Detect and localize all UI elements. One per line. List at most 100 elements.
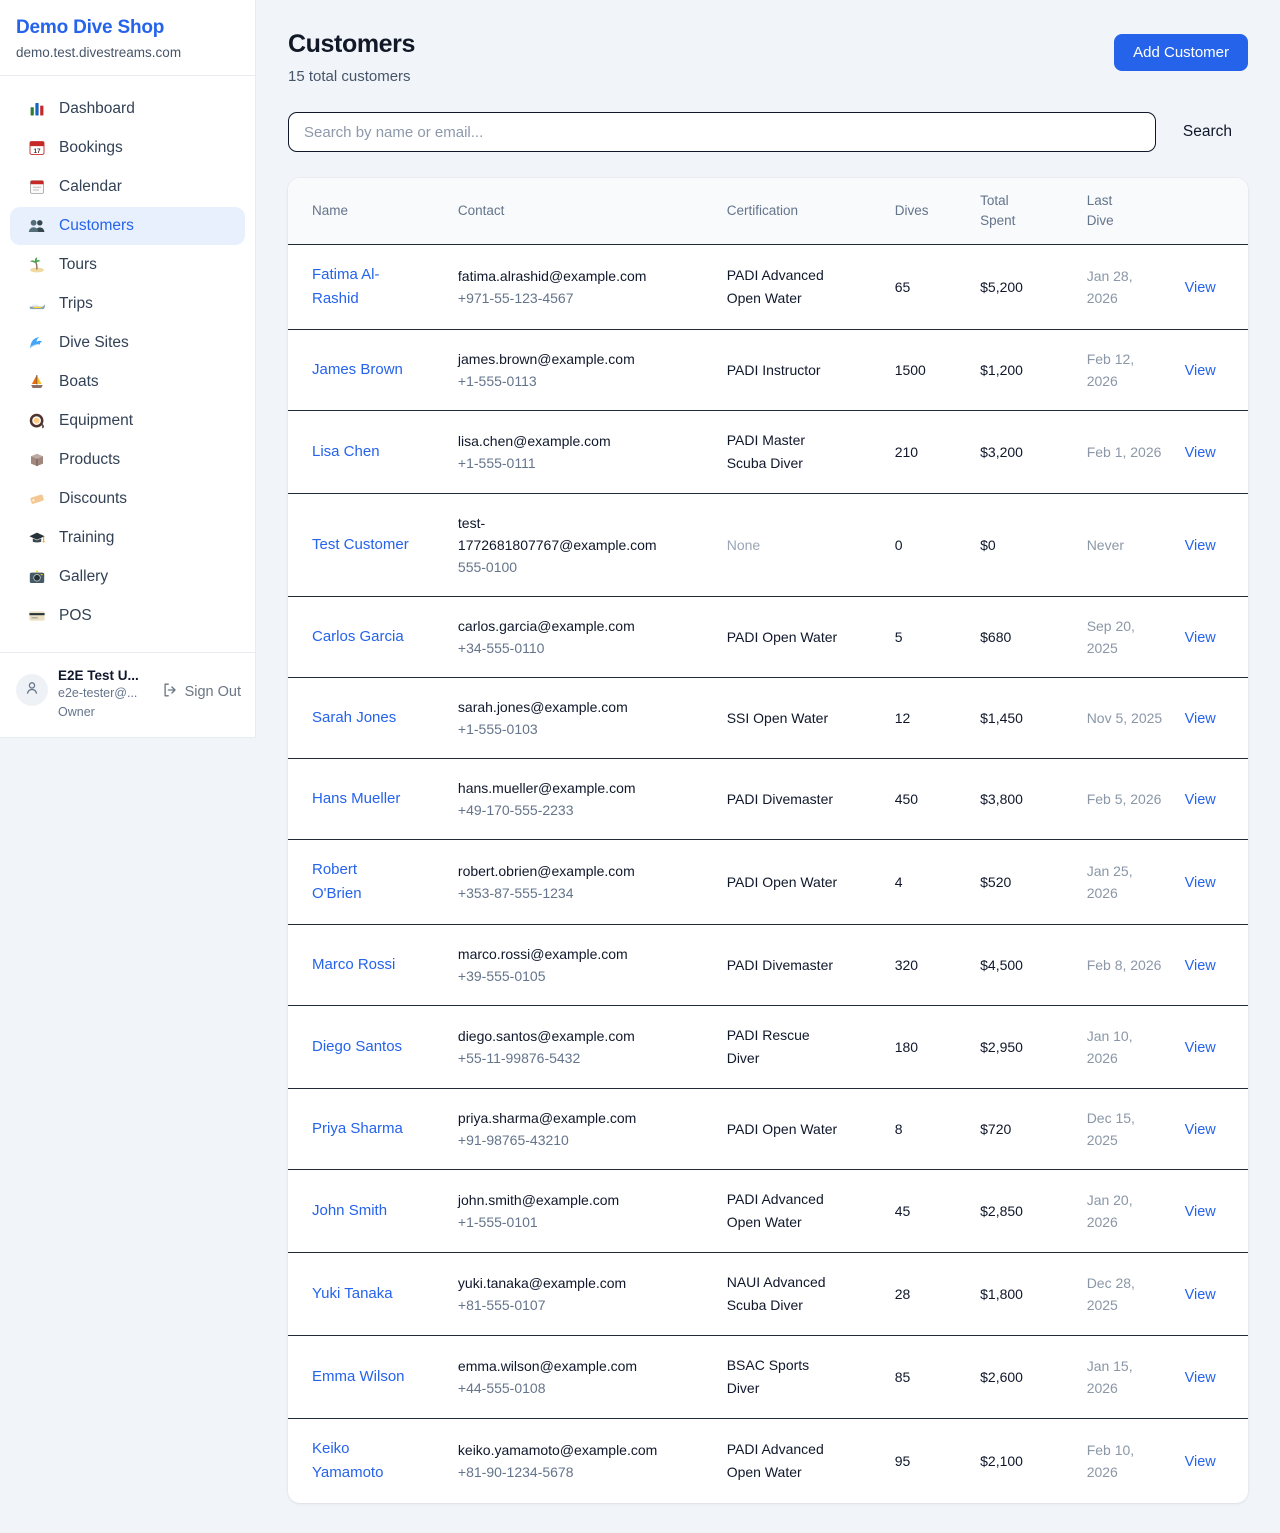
customer-total-spent: $3,800 [980, 759, 1087, 840]
main-content: Customers 15 total customers Add Custome… [256, 0, 1280, 1533]
customer-certification: PADI Advanced Open Water [727, 1438, 845, 1484]
customer-name-link[interactable]: James Brown [312, 358, 403, 382]
customer-dives: 65 [895, 245, 980, 330]
view-link[interactable]: View [1185, 792, 1216, 808]
customer-name-link[interactable]: Keiko Yamamoto [312, 1437, 410, 1485]
sidebar-item-calendar[interactable]: Calendar [10, 168, 245, 206]
customer-email: emma.wilson@example.com [458, 1355, 664, 1377]
view-link[interactable]: View [1185, 445, 1216, 461]
customer-total-spent: $2,600 [980, 1336, 1087, 1419]
customer-name-link[interactable]: Lisa Chen [312, 440, 380, 464]
search-input[interactable] [288, 112, 1156, 152]
view-link[interactable]: View [1185, 1370, 1216, 1386]
sidebar-item-label: Calendar [59, 178, 122, 196]
view-link[interactable]: View [1185, 711, 1216, 727]
view-link[interactable]: View [1185, 280, 1216, 296]
customer-certification: PADI Open Water [727, 1118, 837, 1141]
view-link[interactable]: View [1185, 1040, 1216, 1056]
view-link[interactable]: View [1185, 363, 1216, 379]
customer-email: marco.rossi@example.com [458, 943, 664, 965]
search-button[interactable]: Search [1156, 123, 1248, 141]
sidebar-item-boats[interactable]: Boats [10, 363, 245, 401]
customer-dives: 180 [895, 1006, 980, 1089]
customer-name-link[interactable]: Yuki Tanaka [312, 1282, 393, 1306]
customer-dives: 1500 [895, 330, 980, 411]
view-link[interactable]: View [1185, 958, 1216, 974]
sidebar-item-discounts[interactable]: Discounts [10, 480, 245, 518]
customer-phone: +39-555-0105 [458, 965, 664, 987]
customer-dives: 95 [895, 1419, 980, 1504]
sidebar-item-trips[interactable]: Trips [10, 285, 245, 323]
view-link[interactable]: View [1185, 1122, 1216, 1138]
customer-name-link[interactable]: Robert O'Brien [312, 858, 410, 906]
customer-name-link[interactable]: Sarah Jones [312, 706, 396, 730]
sign-out-button[interactable]: Sign Out [162, 668, 241, 702]
customer-name-link[interactable]: John Smith [312, 1199, 387, 1223]
sidebar-item-products[interactable]: Products [10, 441, 245, 479]
customer-certification: PADI Advanced Open Water [727, 1188, 845, 1234]
table-row: Diego Santos diego.santos@example.com +5… [288, 1006, 1248, 1089]
shop-domain: demo.test.divestreams.com [16, 45, 239, 60]
sidebar-item-label: Tours [59, 256, 97, 274]
customer-name-link[interactable]: Marco Rossi [312, 953, 395, 977]
customer-dives: 45 [895, 1170, 980, 1253]
table-row: Sarah Jones sarah.jones@example.com +1-5… [288, 678, 1248, 759]
sidebar-item-label: Gallery [59, 568, 108, 586]
sidebar-item-customers[interactable]: Customers [10, 207, 245, 245]
sidebar-item-tours[interactable]: Tours [10, 246, 245, 284]
sidebar-item-training[interactable]: Training [10, 519, 245, 557]
view-link[interactable]: View [1185, 630, 1216, 646]
bar-chart-icon [28, 100, 46, 118]
table-row: Emma Wilson emma.wilson@example.com +44-… [288, 1336, 1248, 1419]
column-header-total-spent: Total Spent [980, 178, 1087, 245]
view-link[interactable]: View [1185, 1454, 1216, 1470]
package-icon [28, 451, 46, 469]
customer-name-link[interactable]: Hans Mueller [312, 787, 400, 811]
sidebar-item-dive-sites[interactable]: Dive Sites [10, 324, 245, 362]
customer-total-spent: $680 [980, 597, 1087, 678]
users-icon [28, 217, 46, 235]
customer-dives: 4 [895, 840, 980, 925]
customer-name-link[interactable]: Carlos Garcia [312, 625, 404, 649]
customer-name-link[interactable]: Emma Wilson [312, 1365, 405, 1389]
view-link[interactable]: View [1185, 875, 1216, 891]
customer-certification: BSAC Sports Diver [727, 1354, 845, 1400]
column-header-dives: Dives [895, 178, 980, 245]
customer-phone: +353-87-555-1234 [458, 882, 664, 904]
sidebar: Demo Dive Shop demo.test.divestreams.com… [0, 0, 256, 738]
view-link[interactable]: View [1185, 538, 1216, 554]
sidebar-item-dashboard[interactable]: Dashboard [10, 90, 245, 128]
add-customer-button[interactable]: Add Customer [1114, 34, 1248, 71]
table-row: Lisa Chen lisa.chen@example.com +1-555-0… [288, 411, 1248, 494]
sidebar-item-bookings[interactable]: 17Bookings [10, 129, 245, 167]
customer-last-dive: Never [1087, 534, 1124, 556]
customer-phone: +971-55-123-4567 [458, 287, 664, 309]
customer-total-spent: $3,200 [980, 411, 1087, 494]
column-header-actions [1185, 178, 1248, 245]
sidebar-item-gallery[interactable]: Gallery [10, 558, 245, 596]
customer-total-spent: $1,450 [980, 678, 1087, 759]
customer-dives: 8 [895, 1089, 980, 1170]
user-name: E2E Test U... [58, 668, 139, 683]
customer-email: yuki.tanaka@example.com [458, 1272, 664, 1294]
customer-name-link[interactable]: Diego Santos [312, 1035, 402, 1059]
sidebar-item-equipment[interactable]: Equipment [10, 402, 245, 440]
customer-name-link[interactable]: Priya Sharma [312, 1117, 403, 1141]
sidebar-item-label: Discounts [59, 490, 127, 508]
customer-email: fatima.alrashid@example.com [458, 265, 664, 287]
view-link[interactable]: View [1185, 1287, 1216, 1303]
customer-last-dive: Feb 5, 2026 [1087, 788, 1162, 810]
customer-last-dive: Jan 25, 2026 [1087, 860, 1163, 904]
sidebar-item-pos[interactable]: POS [10, 597, 245, 635]
customer-name-link[interactable]: Test Customer [312, 533, 409, 557]
brand-header[interactable]: Demo Dive Shop demo.test.divestreams.com [0, 0, 255, 76]
table-row: James Brown james.brown@example.com +1-5… [288, 330, 1248, 411]
column-header-contact: Contact [458, 178, 727, 245]
diving-mask-icon [28, 412, 46, 430]
customer-name-link[interactable]: Fatima Al-Rashid [312, 263, 410, 311]
customer-last-dive: Feb 12, 2026 [1087, 348, 1163, 392]
table-header-row: NameContactCertificationDivesTotal Spent… [288, 178, 1248, 245]
view-link[interactable]: View [1185, 1204, 1216, 1220]
customer-total-spent: $1,800 [980, 1253, 1087, 1336]
customer-certification: PADI Advanced Open Water [727, 264, 845, 310]
